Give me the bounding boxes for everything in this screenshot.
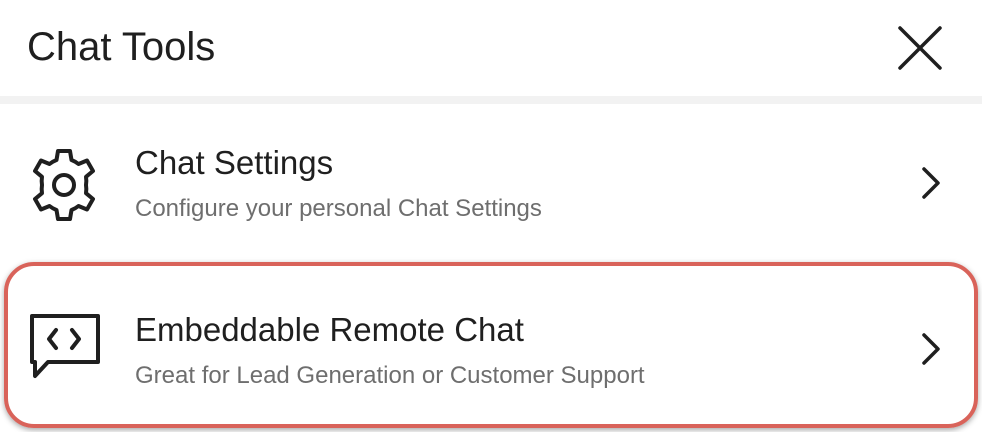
embeddable-remote-chat-item[interactable]: Embeddable Remote Chat Great for Lead Ge… [0,262,982,428]
panel-title: Chat Tools [27,25,216,69]
panel-header: Chat Tools [0,0,982,96]
chevron-right-icon [922,167,940,199]
chat-settings-subtitle: Configure your personal Chat Settings [135,195,542,222]
chevron-right-icon [922,333,940,365]
chat-tools-panel: Chat Tools Chat Settings Configure your … [0,0,982,432]
gear-icon [33,149,95,221]
embeddable-remote-chat-title: Embeddable Remote Chat [135,311,524,348]
embeddable-remote-chat-subtitle: Great for Lead Generation or Customer Su… [135,362,645,389]
header-divider [0,96,982,104]
close-icon [898,26,942,70]
code-chat-bubble-icon [30,314,100,378]
chat-settings-item[interactable]: Chat Settings Configure your personal Ch… [0,104,982,256]
chat-settings-title: Chat Settings [135,144,334,181]
close-button[interactable] [894,22,946,74]
